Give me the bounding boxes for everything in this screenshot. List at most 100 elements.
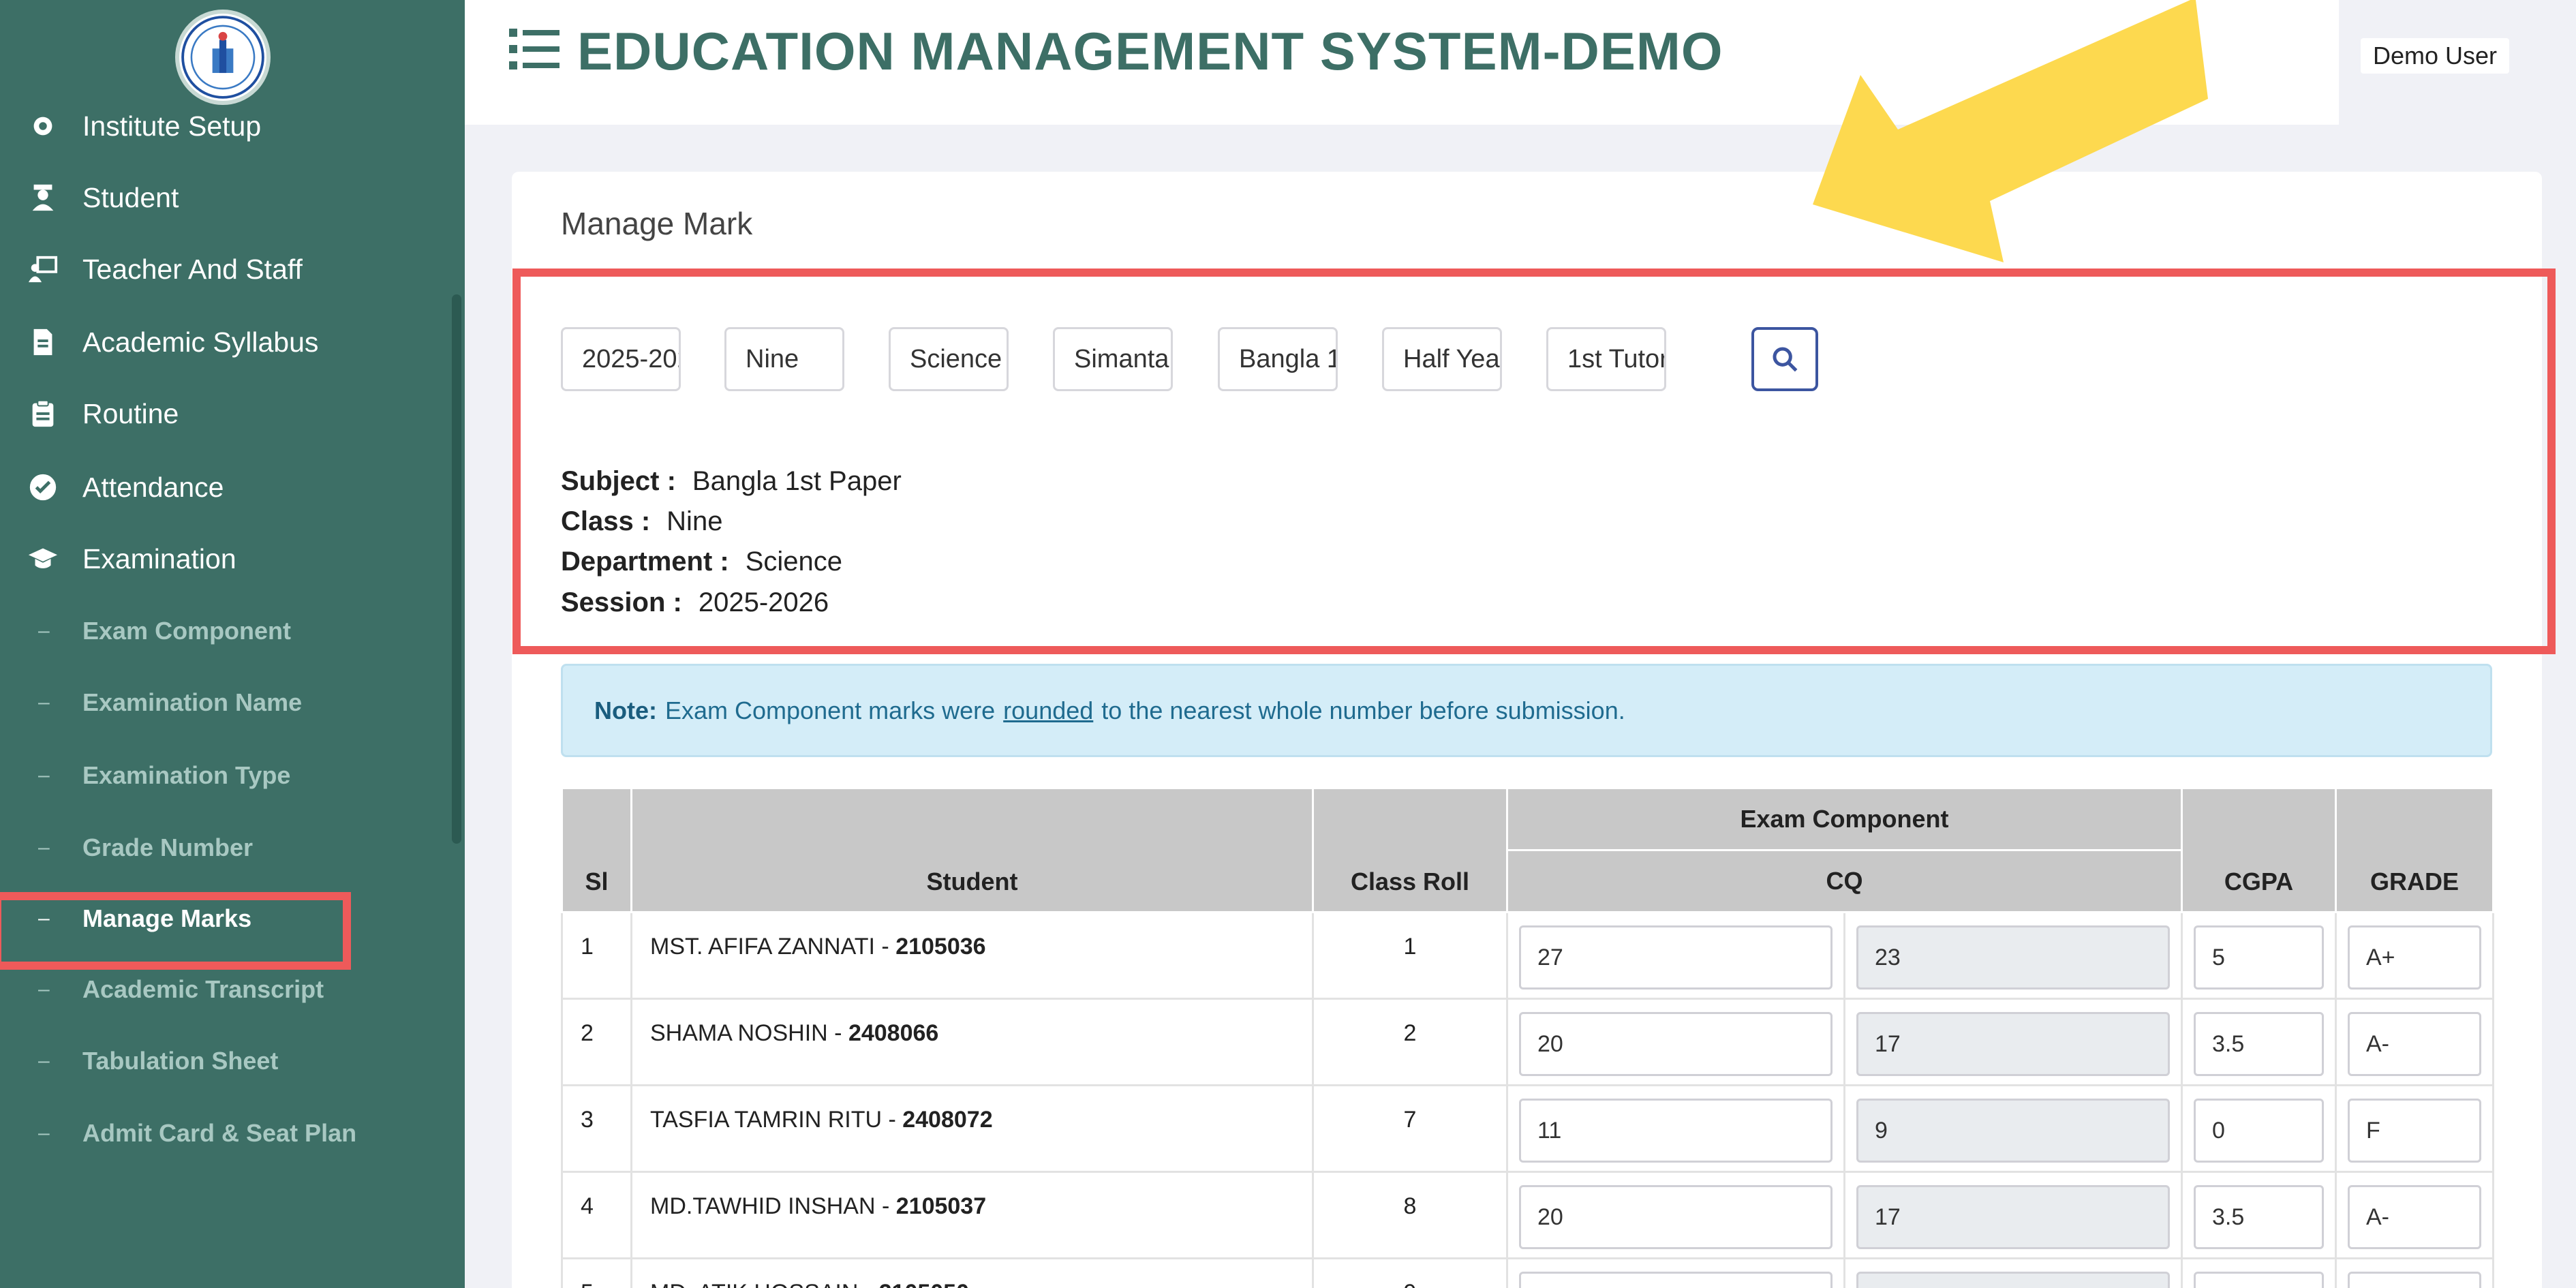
cgpa-field — [2194, 1272, 2324, 1288]
bullet-dash: – — [38, 836, 50, 859]
cell-sl: 5 — [561, 1257, 632, 1288]
cell-student: TASFIA TAMRIN RITU - 2408072 — [630, 1084, 1314, 1173]
class-select[interactable]: Nine — [724, 327, 844, 391]
cq-mark-input[interactable]: 20 — [1519, 1012, 1833, 1076]
info-class-label: Class : — [561, 506, 651, 536]
sidebar-subitem-tabulation-sheet[interactable]: – Tabulation Sheet — [0, 1030, 465, 1092]
col-header-student: Student — [630, 787, 1314, 913]
sidebar-subitem-admit-card[interactable]: – Admit Card & Seat Plan — [0, 1103, 465, 1164]
search-button[interactable] — [1751, 327, 1818, 391]
bullet-dash: – — [38, 764, 50, 786]
sidebar-subitem-examination-name[interactable]: – Examination Name — [0, 672, 465, 733]
grade-field: F — [2348, 1099, 2481, 1163]
department-select[interactable]: Science — [889, 327, 1009, 391]
info-session-label: Session : — [561, 587, 682, 617]
sidebar-item-label: Examination — [82, 542, 236, 574]
sidebar-subitem-examination-type[interactable]: – Examination Type — [0, 745, 465, 806]
section-select[interactable]: Simanta — [1053, 327, 1173, 391]
sidebar: Institute Setup Student Teacher And Staf… — [0, 0, 465, 1288]
sidebar-item-institute-setup[interactable]: Institute Setup — [0, 95, 465, 157]
student-id: 2408072 — [902, 1107, 993, 1133]
cell-sl: 2 — [561, 998, 632, 1086]
sidebar-item-label: Routine — [82, 397, 179, 429]
active-item-highlight — [0, 892, 351, 970]
cell-student: MST. AFIFA ZANNATI - 2105036 — [630, 911, 1314, 1000]
cell-cq-total: 9 — [1843, 1084, 2183, 1173]
cgpa-field: 0 — [2194, 1099, 2324, 1163]
cq-rounded-field — [1856, 1272, 2170, 1288]
student-id: 2105036 — [895, 934, 986, 960]
graduation-cap-icon — [27, 543, 59, 574]
exam-name-select[interactable]: Half Yearly — [1382, 327, 1502, 391]
cq-rounded-field: 9 — [1856, 1099, 2170, 1163]
sidebar-item-student[interactable]: Student — [0, 167, 465, 228]
cell-cgpa: 0 — [2181, 1084, 2337, 1173]
bullet-dash: – — [38, 691, 50, 714]
cell-cq-total — [1843, 1257, 2183, 1288]
cell-cgpa — [2181, 1257, 2337, 1288]
cq-mark-input[interactable]: 11 — [1519, 1099, 1833, 1163]
sidebar-item-teacher-and-staff[interactable]: Teacher And Staff — [0, 239, 465, 300]
sidebar-item-academic-syllabus[interactable]: Academic Syllabus — [0, 311, 465, 373]
col-header-exam-component: Exam Component — [1506, 787, 2183, 851]
subject-select[interactable]: Bangla 1st Paper — [1218, 327, 1338, 391]
note-link[interactable]: rounded — [1003, 696, 1093, 725]
sidebar-subitem-grade-number[interactable]: – Grade Number — [0, 817, 465, 878]
bullet-dash: – — [38, 978, 50, 1000]
cell-cgpa: 3.5 — [2181, 998, 2337, 1086]
cell-cq-total: 23 — [1843, 911, 2183, 1000]
top-header: EDUCATION MANAGEMENT SYSTEM-DEMO — [465, 0, 2339, 125]
marks-table: Sl Student Class Roll Exam Component CGP… — [561, 787, 2494, 1288]
cell-sl: 4 — [561, 1171, 632, 1259]
user-menu[interactable]: Demo User — [2361, 38, 2510, 74]
cell-roll: 2 — [1312, 998, 1508, 1086]
col-header-grade: GRADE — [2335, 787, 2494, 913]
sidebar-item-attendance[interactable]: Attendance — [0, 457, 465, 518]
table-row: 2 SHAMA NOSHIN - 2408066 2 20 17 3.5 A- — [561, 998, 2494, 1086]
col-header-cgpa: CGPA — [2181, 787, 2337, 913]
sidebar-subitem-label: Examination Type — [82, 761, 291, 789]
cq-mark-input[interactable]: 20 — [1519, 1185, 1833, 1249]
note-label: Note: — [594, 696, 657, 724]
cq-mark-input[interactable] — [1519, 1272, 1833, 1288]
cell-grade: A- — [2335, 998, 2494, 1086]
sidebar-subitem-exam-component[interactable]: – Exam Component — [0, 600, 465, 662]
student-icon — [27, 182, 59, 213]
cell-roll: 8 — [1312, 1171, 1508, 1259]
cq-mark-input[interactable]: 27 — [1519, 925, 1833, 990]
cell-student: MD. ATIK HOSSAIN - 2105050 — [630, 1257, 1314, 1288]
cq-rounded-field: 23 — [1856, 925, 2170, 990]
sidebar-scrollbar[interactable] — [452, 294, 461, 844]
cell-cq-input: 20 — [1506, 998, 1845, 1086]
sidebar-item-routine[interactable]: Routine — [0, 383, 465, 444]
syllabus-icon — [27, 326, 59, 358]
student-id: 2408066 — [848, 1020, 939, 1046]
info-class: Class : Nine — [561, 506, 722, 537]
grade-field — [2348, 1272, 2481, 1288]
info-session-value: 2025-2026 — [698, 587, 829, 617]
student-name: TASFIA TAMRIN RITU - — [650, 1107, 903, 1133]
sidebar-item-label: Attendance — [82, 471, 224, 503]
student-name: MD.TAWHID INSHAN - — [650, 1193, 896, 1219]
cell-roll: 1 — [1312, 911, 1508, 1000]
table-row: 5 MD. ATIK HOSSAIN - 2105050 9 — [561, 1257, 2494, 1288]
cell-cgpa: 5 — [2181, 911, 2337, 1000]
menu-icon[interactable] — [509, 26, 559, 71]
clipboard-icon — [27, 398, 59, 429]
sidebar-subitem-label: Exam Component — [82, 617, 292, 645]
student-name: SHAMA NOSHIN - — [650, 1020, 848, 1046]
sidebar-item-label: Teacher And Staff — [82, 253, 303, 285]
info-session: Session : 2025-2026 — [561, 587, 829, 618]
cell-grade — [2335, 1257, 2494, 1288]
cgpa-field: 3.5 — [2194, 1012, 2324, 1076]
gear-icon — [27, 110, 59, 142]
info-department: Department : Science — [561, 547, 842, 577]
grade-field: A- — [2348, 1012, 2481, 1076]
table-row: 1 MST. AFIFA ZANNATI - 2105036 1 27 23 5… — [561, 911, 2494, 1000]
sidebar-item-examination[interactable]: Examination — [0, 528, 465, 589]
exam-type-select[interactable]: 1st Tutorial — [1546, 327, 1666, 391]
app-title: EDUCATION MANAGEMENT SYSTEM-DEMO — [577, 21, 1723, 81]
student-name: MD. ATIK HOSSAIN - — [650, 1280, 879, 1288]
cgpa-field: 5 — [2194, 925, 2324, 990]
session-select[interactable]: 2025-2026 — [561, 327, 681, 391]
